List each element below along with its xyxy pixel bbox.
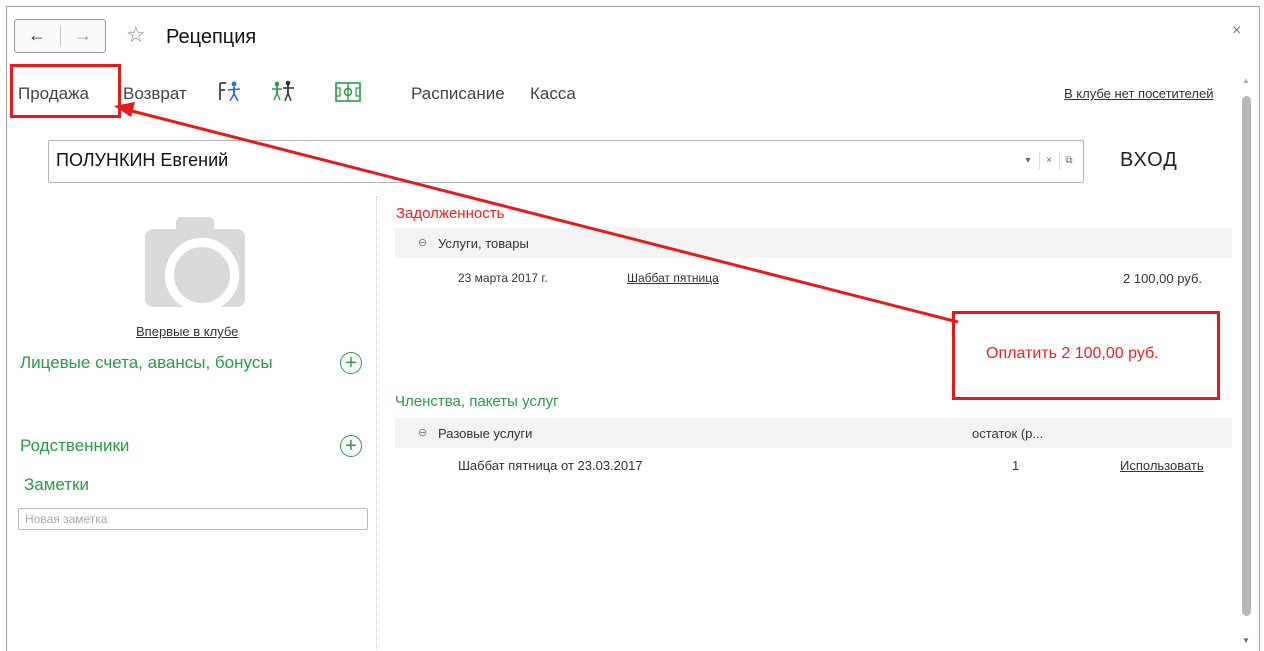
annotation-arrow [114, 102, 959, 324]
